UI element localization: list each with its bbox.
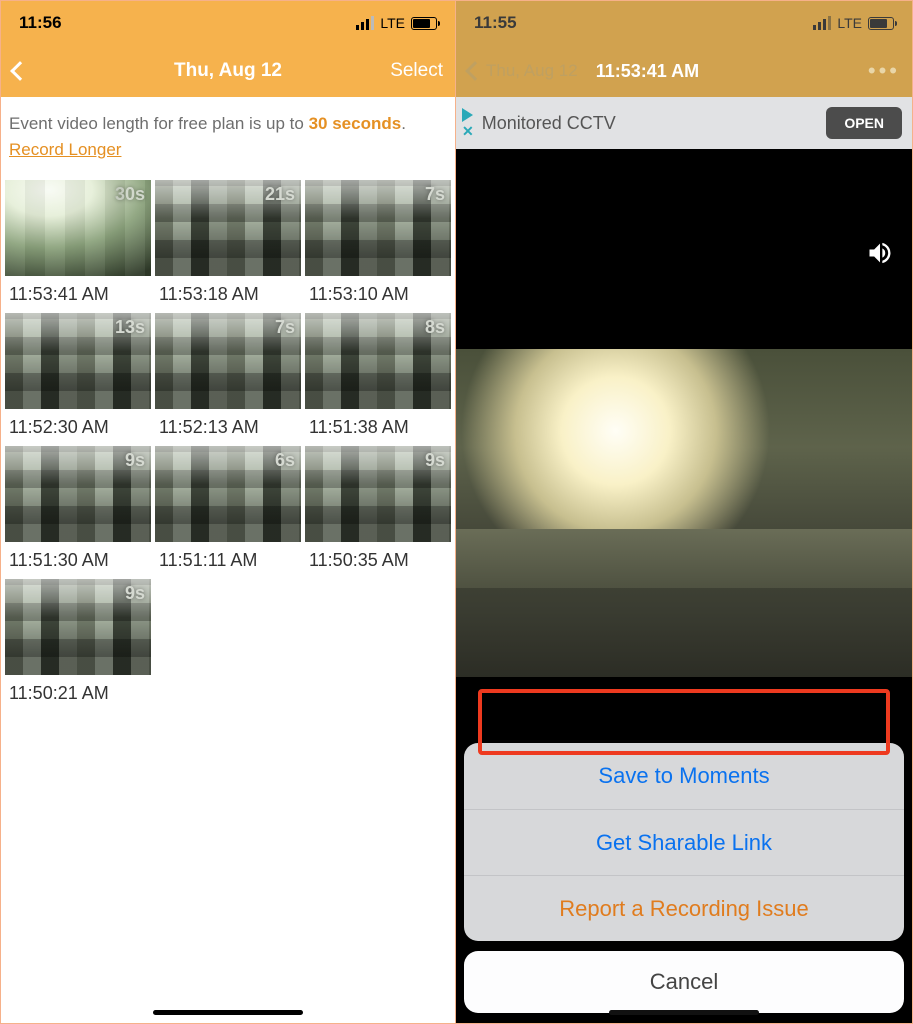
clip-duration: 13s xyxy=(115,317,145,338)
clip-item[interactable]: 9s 11:51:30 AM xyxy=(5,446,151,575)
video-player-black[interactable] xyxy=(456,149,912,349)
clip-time: 11:51:38 AM xyxy=(305,409,451,442)
save-to-moments-button[interactable]: Save to Moments xyxy=(464,743,904,809)
clip-duration: 6s xyxy=(275,450,295,471)
adchoices-icon[interactable]: ✕ xyxy=(462,108,474,138)
back-button[interactable] xyxy=(468,64,482,78)
clip-time: 11:53:41 AM xyxy=(5,276,151,309)
clip-detail-screen: 11:55 LTE Thu, Aug 12 11:53:41 AM ••• ✕ … xyxy=(456,1,912,1023)
volume-icon[interactable] xyxy=(866,239,894,272)
battery-icon xyxy=(868,17,894,30)
clip-item[interactable]: 9s 11:50:35 AM xyxy=(305,446,451,575)
clip-item[interactable]: 21s 11:53:18 AM xyxy=(155,180,301,309)
events-list-screen: 11:56 LTE Thu, Aug 12 Select Event video… xyxy=(1,1,456,1023)
banner-text-suffix: . xyxy=(401,114,406,133)
status-time: 11:55 xyxy=(474,13,517,33)
clip-duration: 7s xyxy=(275,317,295,338)
clip-duration: 9s xyxy=(125,583,145,604)
chevron-left-icon xyxy=(465,61,485,81)
clip-item[interactable]: 7s 11:53:10 AM xyxy=(305,180,451,309)
get-sharable-link-button[interactable]: Get Sharable Link xyxy=(464,809,904,875)
select-button[interactable]: Select xyxy=(373,60,443,82)
home-indicator[interactable] xyxy=(153,1010,303,1015)
report-issue-button[interactable]: Report a Recording Issue xyxy=(464,875,904,941)
clip-time: 11:53:10 AM xyxy=(305,276,451,309)
clip-time: 11:52:13 AM xyxy=(155,409,301,442)
clip-time: 11:53:18 AM xyxy=(155,276,301,309)
clips-grid: 30s 11:53:41 AM 21s 11:53:18 AM 7s 11:53:10… xyxy=(1,180,455,708)
clip-duration: 30s xyxy=(115,184,145,205)
header-title: Thu, Aug 12 xyxy=(83,60,373,82)
more-button[interactable]: ••• xyxy=(868,58,900,84)
status-bar: 11:56 LTE xyxy=(1,1,455,45)
record-longer-link[interactable]: Record Longer xyxy=(9,140,121,159)
action-sheet: Save to Moments Get Sharable Link Report… xyxy=(464,743,904,1013)
play-triangle-icon xyxy=(462,108,473,122)
clip-item[interactable]: 9s 11:50:21 AM xyxy=(5,579,151,708)
clip-time: 11:50:35 AM xyxy=(305,542,451,575)
clip-duration: 9s xyxy=(425,450,445,471)
clip-item[interactable]: 30s 11:53:41 AM xyxy=(5,180,151,309)
battery-icon xyxy=(411,17,437,30)
header-bar: Thu, Aug 12 11:53:41 AM ••• xyxy=(456,45,912,97)
clip-time: 11:50:21 AM xyxy=(5,675,151,708)
clip-item[interactable]: 13s 11:52:30 AM xyxy=(5,313,151,442)
status-bar: 11:55 LTE xyxy=(456,1,912,45)
clip-duration: 21s xyxy=(265,184,295,205)
clip-duration: 7s xyxy=(425,184,445,205)
home-indicator[interactable] xyxy=(609,1010,759,1015)
signal-icon xyxy=(813,16,831,30)
clip-time: 11:52:30 AM xyxy=(5,409,151,442)
header-bar: Thu, Aug 12 Select xyxy=(1,45,455,97)
signal-icon xyxy=(356,16,374,30)
clip-item[interactable]: 7s 11:52:13 AM xyxy=(155,313,301,442)
status-time: 11:56 xyxy=(19,13,62,33)
header-date: Thu, Aug 12 xyxy=(486,61,578,81)
cancel-button[interactable]: Cancel xyxy=(464,951,904,1013)
video-still-frame[interactable] xyxy=(456,349,912,677)
header-timestamp: 11:53:41 AM xyxy=(596,61,699,82)
clip-time: 11:51:11 AM xyxy=(155,542,301,575)
chevron-left-icon xyxy=(10,61,30,81)
banner-text-prefix: Event video length for free plan is up t… xyxy=(9,114,309,133)
plan-banner: Event video length for free plan is up t… xyxy=(1,97,455,180)
ad-banner[interactable]: ✕ Monitored CCTV OPEN xyxy=(456,97,912,149)
clip-duration: 9s xyxy=(125,450,145,471)
clip-item[interactable]: 6s 11:51:11 AM xyxy=(155,446,301,575)
clip-time: 11:51:30 AM xyxy=(5,542,151,575)
banner-highlight: 30 seconds xyxy=(309,114,402,133)
back-button[interactable] xyxy=(13,64,83,78)
close-ad-icon[interactable]: ✕ xyxy=(462,124,474,138)
clip-duration: 8s xyxy=(425,317,445,338)
network-label: LTE xyxy=(380,15,405,31)
clip-item[interactable]: 8s 11:51:38 AM xyxy=(305,313,451,442)
network-label: LTE xyxy=(837,15,862,31)
ad-open-button[interactable]: OPEN xyxy=(826,107,902,139)
ad-label: Monitored CCTV xyxy=(482,113,616,134)
